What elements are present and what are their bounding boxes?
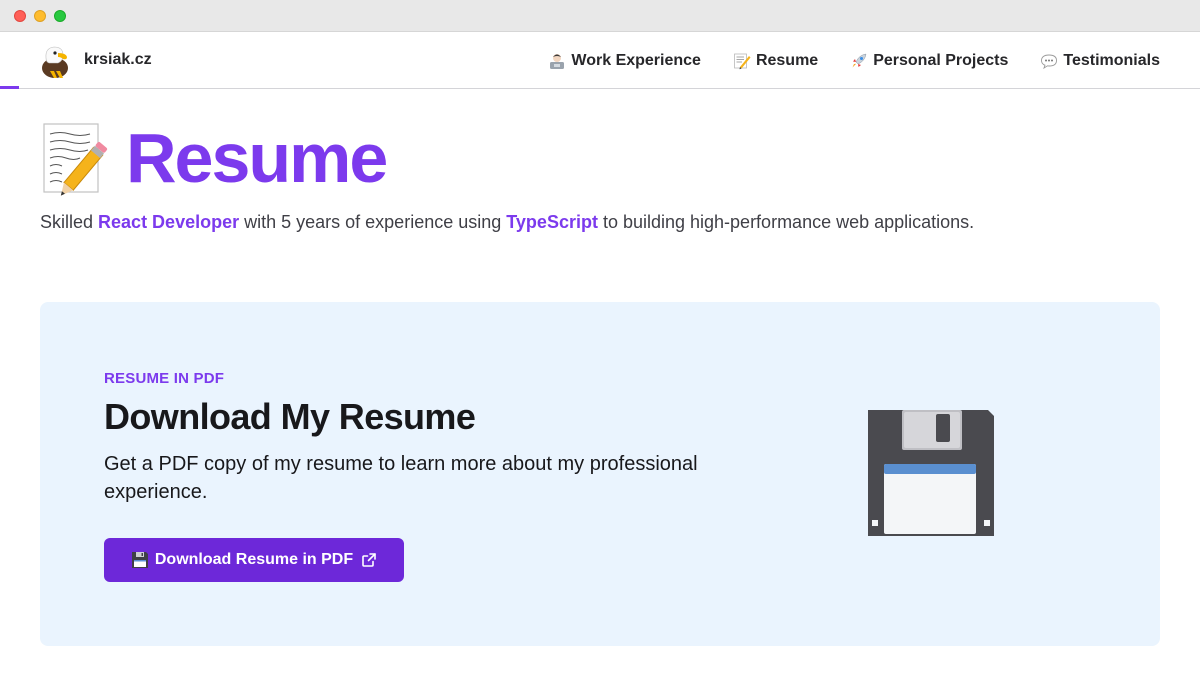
memo-icon (734, 53, 751, 69)
rocket-icon (852, 53, 867, 67)
nav-resume[interactable]: Resume (733, 52, 818, 70)
subtitle-text: to building high-performance web applica… (597, 212, 975, 232)
subtitle-text: Skilled (40, 212, 99, 232)
nav-resume-label: Resume (755, 51, 819, 69)
active-indicator (0, 86, 19, 89)
brand-name: krsiak.cz (84, 51, 152, 68)
download-resume-button[interactable]: Download Resume in PDF (104, 538, 404, 582)
minimize-window-button[interactable] (34, 10, 46, 22)
page-heading: Resume (40, 118, 388, 198)
floppy-disk-icon (868, 410, 994, 536)
download-resume-card: RESUME IN PDF Download My Resume Get a P… (40, 302, 1160, 646)
floppy-disk-icon (131, 552, 148, 568)
external-link-icon (362, 553, 376, 567)
nav-personal-projects[interactable]: Personal Projects (850, 52, 1008, 70)
subtitle-text: with 5 years of experience using (239, 212, 507, 232)
speech-bubble-icon (1041, 54, 1058, 69)
main-nav: Work Experience Resume Personal Projects (548, 32, 1160, 89)
site-header: krsiak.cz Work Experience Resume Persona… (0, 32, 1200, 89)
page-subtitle: Skilled React Developer with 5 years of … (40, 212, 974, 233)
subtitle-highlight-typescript: TypeScript (506, 212, 598, 232)
nav-work-experience-label: Work Experience (571, 51, 701, 69)
brand-link[interactable]: krsiak.cz (38, 42, 152, 78)
maximize-window-button[interactable] (54, 10, 66, 22)
nav-testimonials[interactable]: Testimonials (1040, 52, 1160, 70)
subtitle-highlight-react: React Developer (98, 212, 240, 232)
window-titlebar (0, 0, 1200, 32)
eagle-icon (42, 46, 68, 78)
card-description: Get a PDF copy of my resume to learn mor… (104, 453, 698, 503)
technologist-icon (550, 53, 565, 69)
card-title: Download My Resume (104, 396, 476, 437)
download-button-label: Download Resume in PDF (154, 551, 354, 568)
nav-testimonials-label: Testimonials (1063, 51, 1160, 69)
page-title: Resume (126, 119, 388, 197)
memo-icon (43, 123, 108, 196)
close-window-button[interactable] (14, 10, 26, 22)
nav-work-experience[interactable]: Work Experience (548, 52, 701, 70)
nav-personal-projects-label: Personal Projects (873, 51, 1009, 69)
card-eyebrow: RESUME IN PDF (104, 370, 225, 387)
